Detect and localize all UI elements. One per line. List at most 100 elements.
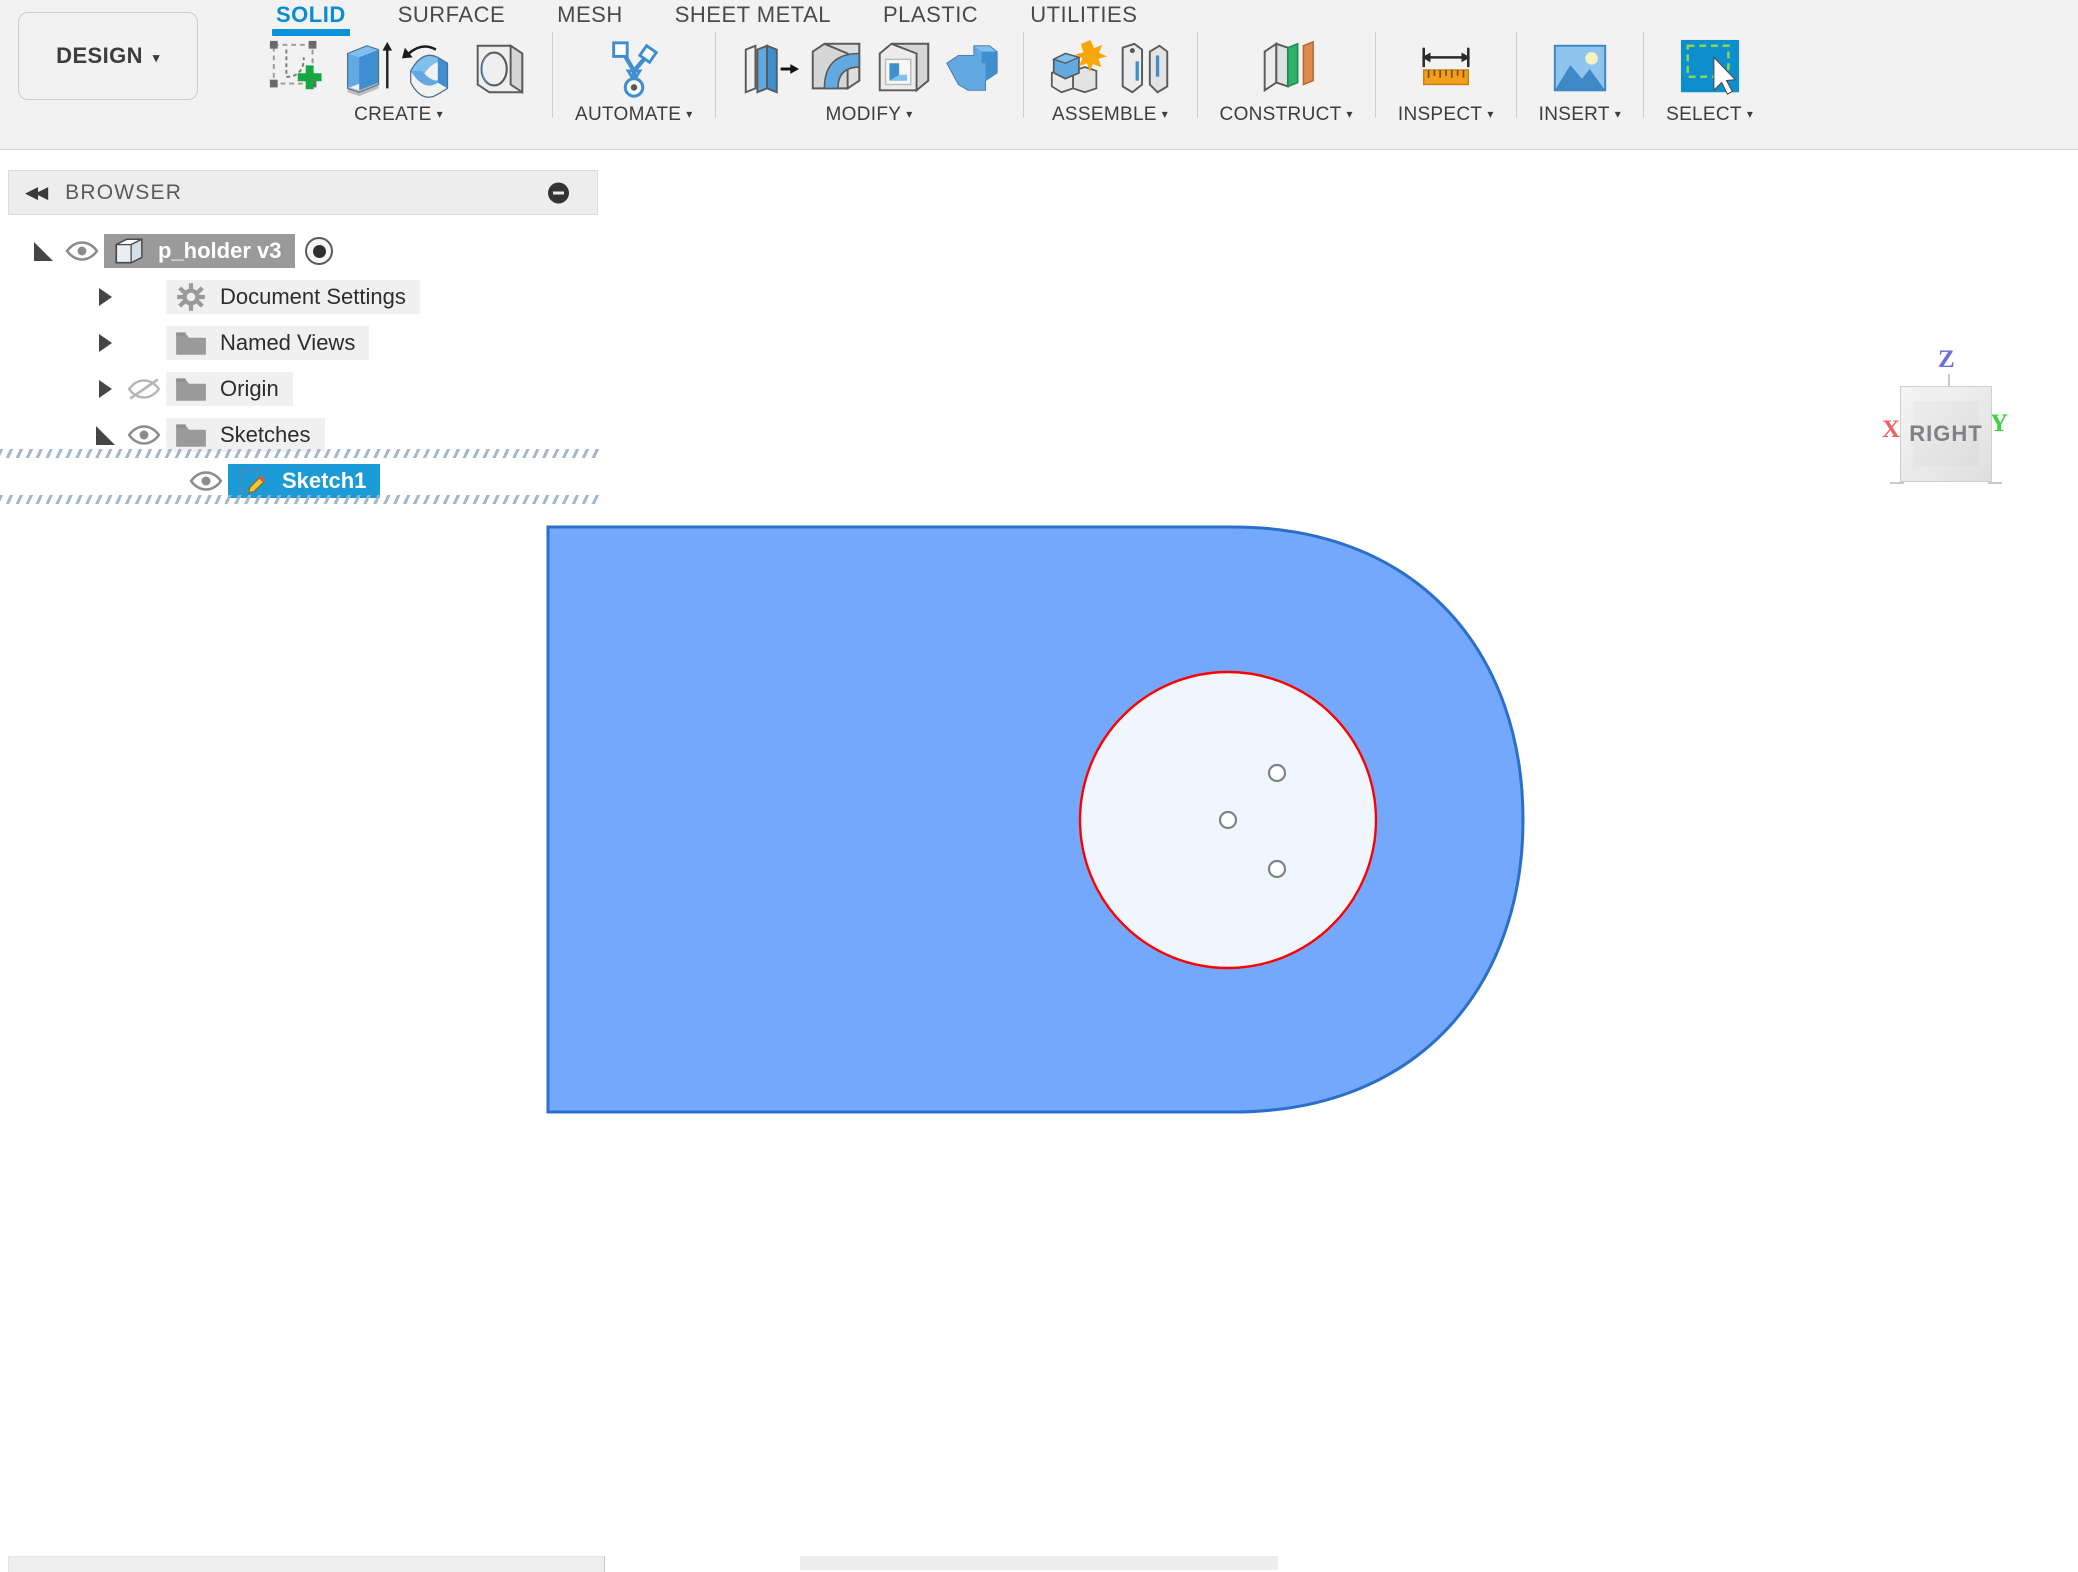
sweep-icon[interactable] — [468, 38, 530, 100]
browser-panel-header: ◀◀ BROWSER — [8, 170, 598, 215]
tree-node-sketch1[interactable]: Sketch1 — [0, 458, 600, 504]
tab-utilities[interactable]: UTILITIES — [1004, 0, 1163, 28]
folder-icon — [176, 378, 206, 401]
chevron-down-icon[interactable]: ▾ — [1162, 107, 1168, 121]
sketch-point-top[interactable] — [1267, 763, 1287, 783]
sketch-underline-hatch — [0, 495, 600, 504]
tree-node-body[interactable]: Origin — [166, 372, 293, 406]
ribbon-group-create: CREATE ▾ — [255, 26, 542, 126]
ribbon-group-label-assemble[interactable]: ASSEMBLE ▾ — [1052, 104, 1168, 126]
group-label-text: MODIFY — [825, 104, 902, 125]
tree-node-origin-folder[interactable]: Origin — [0, 366, 600, 412]
gear-icon — [177, 283, 205, 311]
tree-node-root-component[interactable]: p_holder v3 — [0, 228, 600, 274]
chevron-down-icon[interactable]: ▾ — [1487, 107, 1493, 121]
axis-tick-x — [1890, 482, 1904, 484]
sketch-icon — [239, 469, 266, 494]
tree-node-label: Document Settings — [220, 284, 406, 309]
chevron-down-icon[interactable]: ▾ — [906, 107, 912, 121]
chevron-down-icon[interactable]: ▾ — [437, 107, 443, 121]
ribbon-group-label-modify[interactable]: MODIFY ▾ — [826, 104, 913, 126]
visibility-toggle[interactable] — [184, 468, 228, 494]
tree-node-body[interactable]: p_holder v3 — [104, 234, 296, 268]
activate-component-radio[interactable] — [305, 237, 334, 265]
tab-mesh[interactable]: MESH — [531, 0, 649, 28]
group-label-text: ASSEMBLE — [1051, 104, 1157, 125]
group-label-text: INSERT — [1538, 104, 1610, 125]
collapse-left-arrows-icon[interactable]: ◀◀ — [25, 183, 48, 203]
eye-off-icon[interactable] — [127, 376, 161, 402]
tab-plastic[interactable]: PLASTIC — [857, 0, 1004, 28]
workspace-label: DESIGN — [56, 43, 143, 68]
chevron-down-icon[interactable]: ▾ — [1747, 107, 1753, 121]
fillet-icon[interactable] — [805, 38, 867, 100]
browser-title: BROWSER — [65, 180, 183, 204]
sketch-point-bottom[interactable] — [1267, 859, 1287, 879]
ribbon-group-icons — [267, 26, 530, 100]
minimize-icon[interactable] — [548, 182, 569, 203]
sketch-point-center[interactable] — [1218, 810, 1238, 830]
browser-tree: p_holder v3 Document Settings Named Views… — [0, 228, 600, 504]
offset-plane-icon[interactable] — [1255, 38, 1317, 100]
tree-node-named-views[interactable]: Named Views — [0, 320, 600, 366]
ribbon-separator — [1022, 32, 1024, 118]
tree-node-body[interactable]: Document Settings — [166, 280, 420, 314]
ribbon-group-label-insert[interactable]: INSERT ▾ — [1539, 104, 1621, 126]
group-label-text: CONSTRUCT — [1219, 104, 1342, 125]
create-sketch-icon[interactable] — [267, 38, 329, 100]
tab-sheet-metal[interactable]: SHEET METAL — [649, 0, 857, 28]
chevron-down-icon — [95, 425, 115, 445]
tree-node-sketches-folder[interactable]: Sketches — [0, 412, 600, 458]
visibility-toggle[interactable] — [122, 422, 166, 448]
twisty-collapsed-icon[interactable] — [88, 380, 122, 398]
eye-icon[interactable] — [65, 238, 99, 264]
ribbon-group-modify: MODIFY ▾ — [726, 26, 1013, 126]
twisty-expanded-icon[interactable] — [26, 241, 60, 261]
revolve-icon[interactable] — [401, 38, 463, 100]
twisty-collapsed-icon[interactable] — [88, 288, 122, 306]
press-pull-icon[interactable] — [738, 38, 800, 100]
extrude-icon[interactable] — [334, 38, 396, 100]
eye-icon[interactable] — [189, 468, 223, 494]
ribbon-group-icons — [603, 26, 665, 100]
workspace-switcher-button[interactable]: DESIGN ▾ — [18, 12, 198, 100]
chevron-down-icon[interactable]: ▾ — [686, 107, 692, 121]
automated-modeling-icon[interactable] — [603, 38, 665, 100]
shell-icon[interactable] — [872, 38, 934, 100]
bottom-panel-left-edge — [8, 1556, 605, 1572]
tree-node-body[interactable]: Sketches — [0, 418, 600, 458]
new-component-icon[interactable] — [1046, 38, 1108, 100]
ribbon-group-label-create[interactable]: CREATE ▾ — [354, 104, 443, 126]
ribbon-group-label-automate[interactable]: AUTOMATE ▾ — [575, 104, 693, 126]
group-label-text: SELECT — [1666, 104, 1742, 125]
visibility-toggle[interactable] — [60, 238, 104, 264]
ribbon-group-icons — [1549, 26, 1611, 100]
tab-solid[interactable]: SOLID — [250, 0, 372, 36]
ribbon-group-label-select[interactable]: SELECT ▾ — [1666, 104, 1753, 126]
tab-label: PLASTIC — [883, 2, 979, 27]
combine-icon[interactable] — [939, 38, 1001, 100]
joint-icon[interactable] — [1113, 38, 1175, 100]
eye-icon[interactable] — [127, 422, 161, 448]
chevron-down-icon[interactable]: ▾ — [1347, 107, 1353, 121]
folder-icon — [176, 332, 206, 355]
twisty-expanded-icon[interactable] — [88, 425, 122, 445]
visibility-toggle[interactable] — [122, 376, 166, 402]
chevron-right-icon — [98, 380, 112, 398]
group-label-text: INSPECT — [1397, 104, 1483, 125]
ribbon-group-label-inspect[interactable]: INSPECT ▾ — [1398, 104, 1494, 126]
insert-image-icon[interactable] — [1549, 38, 1611, 100]
view-cube[interactable]: Z Y X RIGHT — [1880, 346, 2010, 498]
tab-surface[interactable]: SURFACE — [372, 0, 531, 28]
measure-icon[interactable] — [1415, 38, 1477, 100]
tree-node-document-settings[interactable]: Document Settings — [0, 274, 600, 320]
twisty-collapsed-icon[interactable] — [88, 334, 122, 352]
ribbon-group-label-construct[interactable]: CONSTRUCT ▾ — [1220, 104, 1353, 126]
tree-node-body[interactable]: Named Views — [166, 326, 370, 360]
chevron-right-icon — [98, 288, 112, 306]
select-window-icon[interactable] — [1679, 38, 1741, 100]
tree-node-body[interactable]: Sketch1 — [0, 464, 600, 504]
chevron-down-icon[interactable]: ▾ — [1615, 107, 1621, 121]
chevron-right-icon — [98, 334, 112, 352]
view-cube-face-right[interactable]: RIGHT — [1900, 386, 1992, 482]
